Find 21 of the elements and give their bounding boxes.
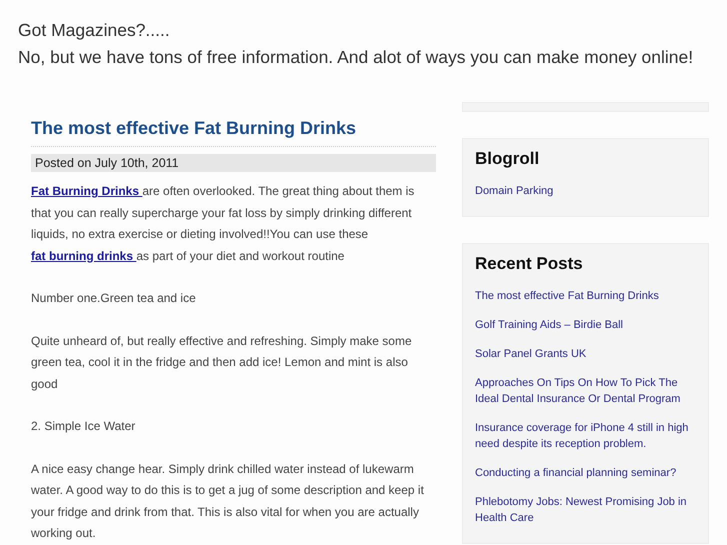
sidebar-link[interactable]: Golf Training Aids – Birdie Ball xyxy=(475,317,696,333)
sidebar-link[interactable]: The most effective Fat Burning Drinks xyxy=(475,288,696,304)
post-paragraph: Quite unheard of, but really effective and refreshing. Simply make some green tea, cool it in the fridge and then add ice! Lemon and mint is also good xyxy=(31,332,413,392)
sidebar-link[interactable]: Conducting a financial planning seminar? xyxy=(475,465,696,481)
site-tagline: No, but we have tons of free information. And alot of ways you can make money online! xyxy=(18,46,694,69)
widget-title: Blogroll xyxy=(475,149,540,169)
post-paragraph: Fat Burning Drinks are often overlooked. The great thing about them is that you can really supercharge your fat loss by simply drinking different liquids, no extra exercise or dieting involved!!You can use these fat burning drinks as part of your diet and workout routine xyxy=(31,183,416,264)
sidebar-link[interactable]: Approaches On Tips On How To Pick The Ideal Dental Insurance Or Dental Program xyxy=(475,375,696,407)
inline-link[interactable]: Fat Burning Drinks xyxy=(31,184,142,198)
site-title: Got Magazines?..... xyxy=(18,19,171,42)
sidebar-link[interactable]: Solar Panel Grants UK xyxy=(475,346,696,362)
post-paragraph: A nice easy change hear. Simply drink chilled water instead of lukewarm water. A good way to do this is to get a jug of some description and keep it your fridge and drink from that. This is also vital for when you are actually working out. xyxy=(31,460,425,542)
widget-title: Recent Posts xyxy=(475,254,584,274)
sidebar-link[interactable]: Phlebotomy Jobs: Newest Promising Job in Health Care xyxy=(475,494,696,526)
post-paragraph: 2. Simple Ice Water xyxy=(31,418,136,435)
sidebar-link[interactable]: Insurance coverage for iPhone 4 still in high need despite its reception problem. xyxy=(475,420,696,452)
post-date: Posted on July 10th, 2011 xyxy=(31,154,436,172)
inline-link[interactable]: fat burning drinks xyxy=(31,248,136,262)
post-paragraph: Number one.Green tea and ice xyxy=(31,290,197,307)
post-title: The most effective Fat Burning Drinks xyxy=(31,118,436,147)
sidebar-link[interactable]: Domain Parking xyxy=(475,183,696,199)
